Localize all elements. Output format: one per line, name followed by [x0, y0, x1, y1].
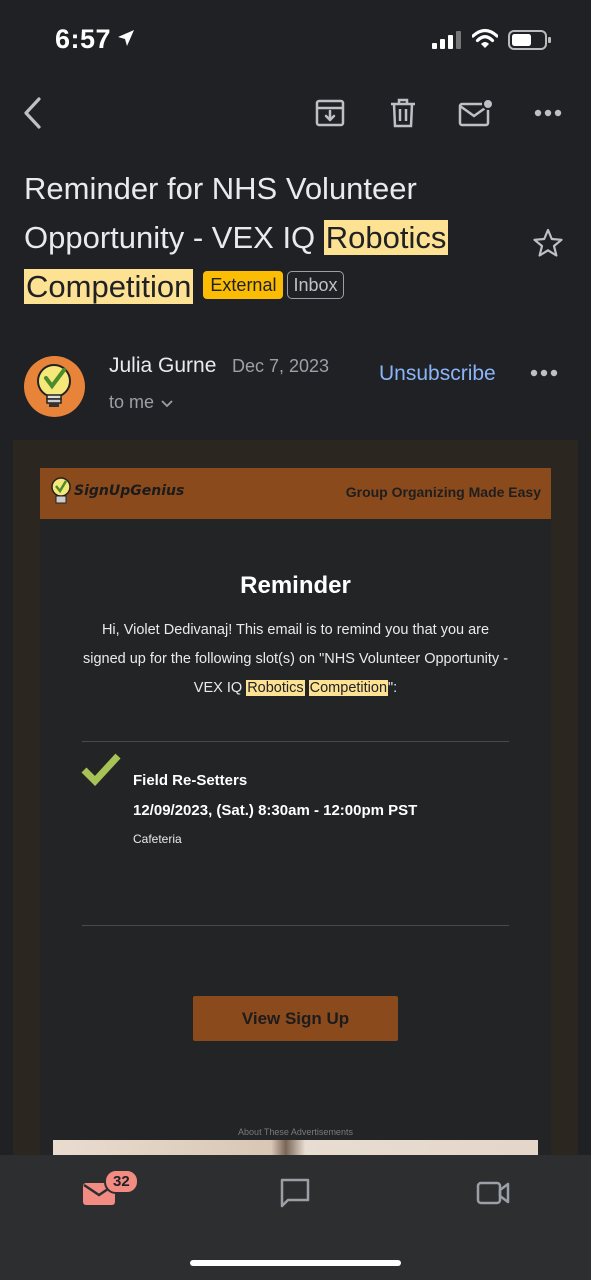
email-subject: Reminder for NHS Volunteer Opportunity -…	[24, 164, 524, 311]
divider	[82, 925, 509, 926]
archive-icon	[315, 99, 345, 127]
subject-highlight: Competition	[24, 269, 194, 304]
mail-badge: 32	[104, 1169, 139, 1194]
more-horizontal-icon	[534, 109, 562, 117]
message-highlight: Competition	[308, 680, 389, 696]
recipient-toggle[interactable]: to me	[109, 392, 173, 413]
delete-button[interactable]	[380, 90, 426, 136]
slot-title: Field Re-Setters	[133, 772, 248, 789]
back-button[interactable]	[10, 90, 56, 136]
trash-icon	[391, 98, 415, 128]
checkmark-icon	[81, 752, 121, 791]
chat-icon	[280, 1178, 310, 1208]
sender-row: Julia Gurne Dec 7, 2023 to me Unsubscrib…	[0, 352, 591, 422]
message-end: ":	[388, 680, 398, 696]
more-horizontal-icon	[530, 369, 558, 377]
brand-tagline: Group Organizing Made Easy	[345, 484, 541, 500]
chevron-down-icon	[161, 400, 173, 408]
sender-more-button[interactable]	[530, 364, 558, 382]
mark-unread-button[interactable]	[452, 90, 498, 136]
home-indicator[interactable]	[190, 1260, 401, 1266]
nav-meet[interactable]	[468, 1173, 518, 1213]
lightbulb-icon	[51, 477, 71, 504]
reminder-title: Reminder	[240, 572, 351, 599]
email-date: Dec 7, 2023	[232, 356, 330, 376]
chevron-left-icon	[24, 97, 41, 129]
email-toolbar	[0, 90, 591, 140]
message-highlight: Robotics	[246, 680, 305, 696]
status-bar: 6:57	[0, 0, 591, 80]
video-icon	[476, 1181, 510, 1205]
sender-name: Julia Gurne	[109, 354, 217, 377]
status-time: 6:57	[55, 24, 112, 54]
unsubscribe-link[interactable]: Unsubscribe	[379, 362, 496, 386]
external-label: External	[203, 270, 284, 299]
location-arrow-icon	[116, 28, 136, 53]
lightbulb-icon	[37, 364, 71, 407]
slot-time: 12/09/2023, (Sat.) 8:30am - 12:00pm PST	[133, 802, 418, 819]
inbox-label[interactable]: Inbox	[287, 270, 344, 299]
recipient-label: to me	[109, 392, 155, 412]
wifi-icon	[471, 28, 499, 55]
reminder-message: Hi, Violet Dedivanaj! This email is to r…	[80, 616, 511, 703]
cellular-signal-icon	[432, 30, 462, 55]
brand-name: SignUpGenius	[74, 483, 185, 499]
nav-chat[interactable]	[270, 1173, 320, 1213]
divider	[82, 741, 509, 742]
ads-label[interactable]: About These Advertisements	[40, 1127, 551, 1137]
subject-highlight: Robotics	[323, 220, 449, 255]
archive-button[interactable]	[307, 90, 353, 136]
signupgenius-header: SignUpGenius Group Organizing Made Easy	[40, 468, 551, 519]
view-signup-button[interactable]: View Sign Up	[193, 996, 398, 1041]
email-body: SignUpGenius Group Organizing Made Easy …	[13, 440, 578, 1180]
mail-unread-icon	[458, 98, 493, 127]
more-options-button[interactable]	[525, 90, 571, 136]
star-icon	[533, 228, 563, 257]
battery-icon	[508, 29, 552, 56]
slot-location: Cafeteria	[133, 832, 182, 846]
email-card: SignUpGenius Group Organizing Made Easy …	[40, 468, 551, 1180]
avatar[interactable]	[24, 356, 85, 417]
bottom-nav: 32	[0, 1155, 591, 1280]
signupgenius-logo[interactable]: SignUpGenius	[50, 476, 184, 506]
star-button[interactable]	[532, 228, 564, 263]
